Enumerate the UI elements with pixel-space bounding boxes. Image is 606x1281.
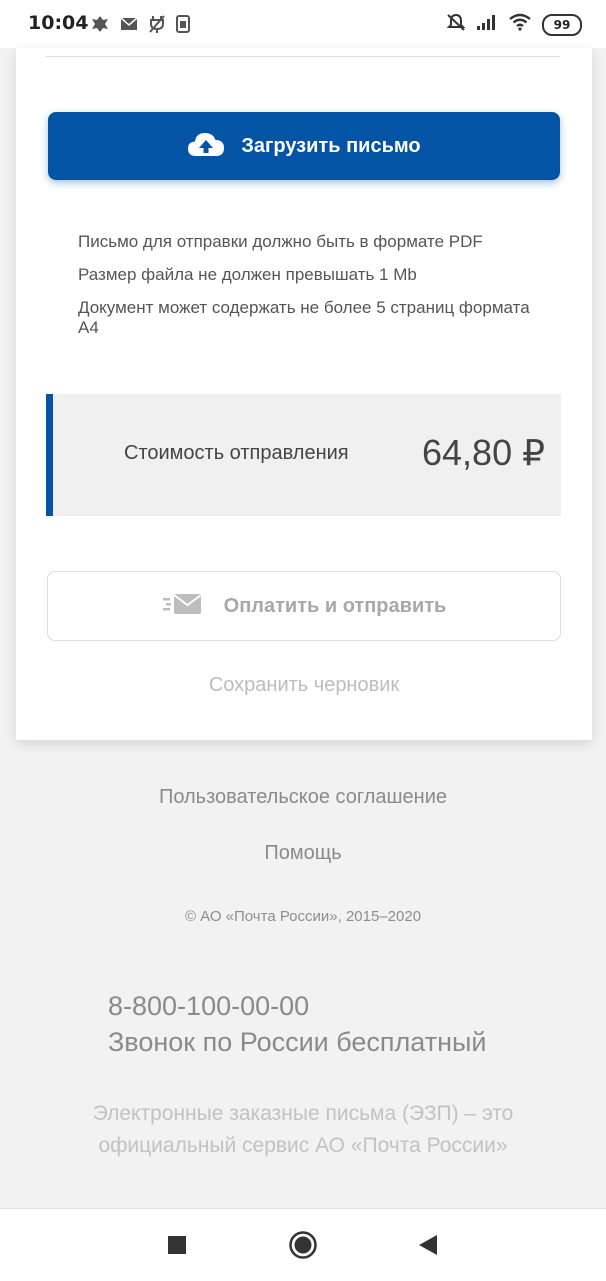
rule-pages: Документ может содержать не более 5 стра… xyxy=(78,298,530,337)
status-bar: 10:04 99 xyxy=(0,0,606,48)
navigation-bar xyxy=(0,1208,606,1281)
service-description: Электронные заказные письма (ЭЗП) – это … xyxy=(0,1098,606,1162)
shipping-cost-label: Стоимость отправления xyxy=(124,442,349,464)
support-phone-number[interactable]: 8-800-100-00-00 xyxy=(108,988,487,1024)
support-phone-note: Звонок по России бесплатный xyxy=(108,1027,487,1057)
service-description-line-1: Электронные заказные письма (ЭЗП) – это xyxy=(92,1102,514,1125)
fast-mail-icon xyxy=(162,592,202,621)
notification-icons xyxy=(90,14,190,39)
upload-letter-button[interactable]: Загрузить письмо xyxy=(48,112,560,180)
wifi-icon xyxy=(508,13,532,36)
back-icon[interactable] xyxy=(412,1229,444,1261)
signal-icon xyxy=(476,13,498,36)
system-icons: 99 xyxy=(446,12,582,37)
upload-rules: Письмо для отправки должно быть в формат… xyxy=(78,232,548,351)
status-time: 10:04 xyxy=(28,12,89,34)
user-agreement-link[interactable]: Пользовательское соглашение xyxy=(0,786,606,809)
rule-format: Письмо для отправки должно быть в формат… xyxy=(78,232,483,251)
no-charge-icon xyxy=(148,14,166,39)
shipping-cost-box: Стоимость отправления 64,80 ₽ xyxy=(46,394,561,516)
copyright-text: © АО «Почта России», 2015–2020 xyxy=(184,908,422,925)
help-link[interactable]: Помощь xyxy=(0,842,606,865)
upload-letter-label: Загрузить письмо xyxy=(241,134,421,157)
save-draft-link[interactable]: Сохранить черновик xyxy=(16,674,592,697)
support-phone-block: 8-800-100-00-00 Звонок по России бесплат… xyxy=(108,988,487,1060)
home-icon[interactable] xyxy=(287,1229,319,1261)
recent-apps-icon[interactable] xyxy=(161,1229,193,1261)
pay-and-send-label: Оплатить и отправить xyxy=(223,594,447,617)
shipping-cost-value: 64,80 ₽ xyxy=(422,432,545,473)
pay-and-send-button[interactable]: Оплатить и отправить xyxy=(47,571,561,641)
cloud-upload-icon xyxy=(187,130,225,163)
rule-size: Размер файла не должен превышать 1 Mb xyxy=(78,265,417,284)
emblem-icon xyxy=(90,14,110,39)
sim-icon xyxy=(176,15,190,38)
divider xyxy=(46,56,560,57)
cost-accent-bar xyxy=(46,394,53,516)
service-description-line-2: официальный сервис АО «Почта России» xyxy=(98,1134,508,1157)
letter-card: Загрузить письмо Письмо для отправки дол… xyxy=(16,48,592,740)
mail-icon xyxy=(120,16,138,37)
battery-icon: 99 xyxy=(542,13,582,36)
mute-icon xyxy=(446,12,466,37)
